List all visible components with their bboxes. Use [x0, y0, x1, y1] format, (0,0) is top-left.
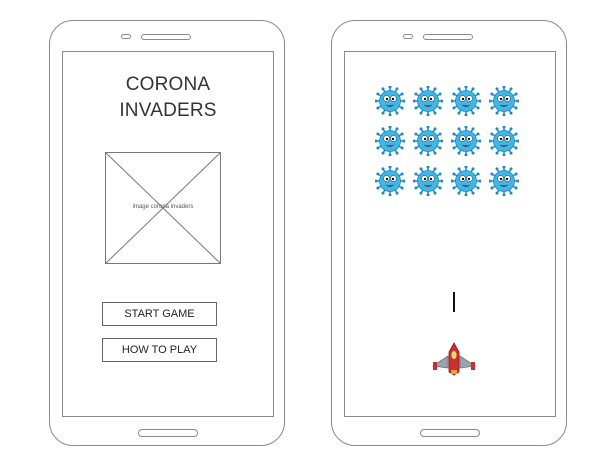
- coronavirus-icon: [412, 85, 444, 117]
- start-game-button[interactable]: START GAME: [102, 302, 217, 326]
- coronavirus-icon: [450, 165, 482, 197]
- home-button[interactable]: [138, 429, 198, 437]
- camera-icon: [121, 34, 131, 39]
- image-placeholder: image corona invaders: [105, 152, 221, 264]
- phone-frame-menu: CORONA INVADERS image corona invaders ST…: [49, 20, 285, 446]
- menu-screen: CORONA INVADERS image corona invaders ST…: [62, 51, 274, 417]
- coronavirus-icon: [374, 125, 406, 157]
- coronavirus-icon: [488, 85, 520, 117]
- coronavirus-icon: [488, 125, 520, 157]
- speaker-icon: [423, 34, 473, 40]
- game-title-line1: CORONA: [125, 74, 211, 95]
- coronavirus-icon: [374, 165, 406, 197]
- home-button[interactable]: [420, 429, 480, 437]
- camera-icon: [403, 34, 413, 39]
- speaker-icon: [141, 34, 191, 40]
- how-to-play-button[interactable]: HOW TO PLAY: [102, 338, 217, 362]
- coronavirus-icon: [488, 165, 520, 197]
- spaceship-icon[interactable]: [431, 342, 477, 376]
- phone-frame-game: [331, 20, 567, 446]
- laser-bullet: [453, 292, 455, 312]
- coronavirus-icon: [412, 165, 444, 197]
- game-screen: [344, 51, 556, 417]
- coronavirus-icon: [412, 125, 444, 157]
- coronavirus-icon: [374, 85, 406, 117]
- coronavirus-icon: [450, 85, 482, 117]
- coronavirus-icon: [450, 125, 482, 157]
- image-placeholder-label: image corona invaders: [132, 204, 194, 210]
- game-title-line2: INVADERS: [119, 100, 217, 121]
